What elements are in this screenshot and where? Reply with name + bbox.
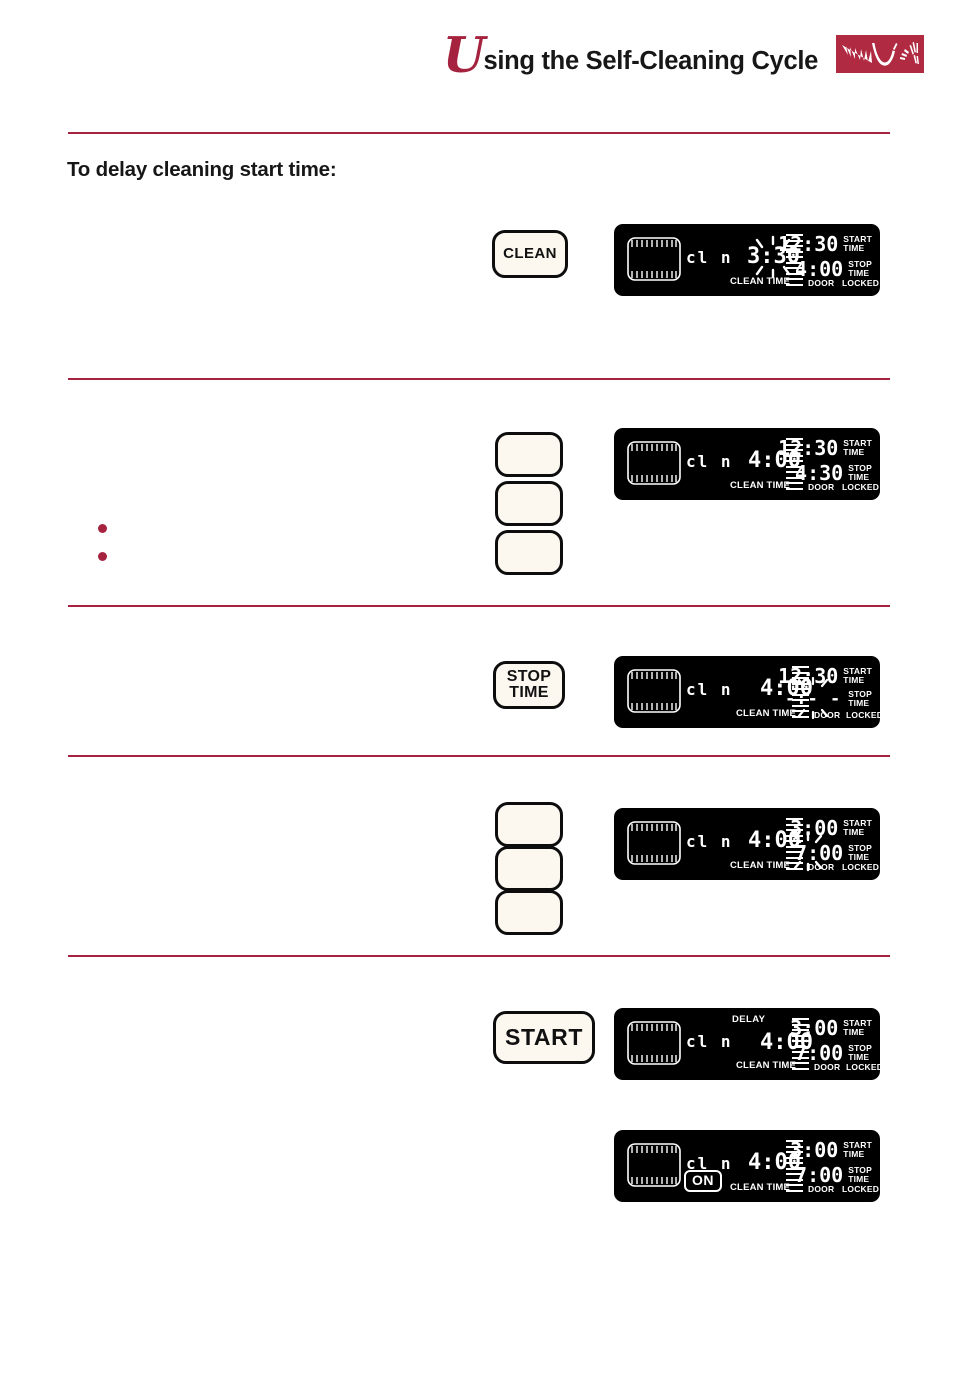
display-panel-step-set-clean-time: cl n 4:00 CLEAN TIME DOOR LOCKED 12:30 S… bbox=[614, 428, 880, 500]
start-time-label: START TIME bbox=[843, 817, 872, 837]
start-time-value: 12:30 bbox=[778, 232, 839, 256]
clean-button[interactable]: CLEAN bbox=[492, 230, 568, 278]
stop-time-value: -:- - bbox=[785, 689, 842, 709]
display-panel-step-start: cl n DELAY 4:00 CLEAN TIME DOOR LOCKED 3… bbox=[614, 1008, 880, 1080]
clean-time-label: CLEAN TIME bbox=[736, 708, 797, 719]
blank-button-4[interactable] bbox=[495, 802, 563, 847]
display-panel-step-set-stop-time: cl n 4:00 CLEAN TIME DOOR LOCKED 3:00 ST… bbox=[614, 808, 880, 880]
start-time-label: START TIME bbox=[843, 1139, 872, 1159]
section-heading: To delay cleaning start time: bbox=[67, 158, 337, 181]
blank-button-1[interactable] bbox=[495, 432, 563, 477]
clean-time-label: CLEAN TIME bbox=[730, 276, 791, 287]
clean-time-label: CLEAN TIME bbox=[730, 1182, 791, 1193]
divider-rule-3 bbox=[68, 605, 890, 607]
start-time-field: 12:30 START TIME bbox=[778, 436, 872, 460]
start-time-field: 12:30 START TIME bbox=[778, 664, 872, 688]
stop-time-value: 4:30 bbox=[795, 461, 844, 485]
display-panel-step-clean: cl n 3:30 CLEAN TIME DOOR LOCKED 12:30 S… bbox=[614, 224, 880, 296]
stop-time-field: 4:00 STOP TIME bbox=[795, 257, 872, 281]
stop-time-button-label-line1: STOP bbox=[506, 667, 552, 685]
start-time-value: 12:30 bbox=[778, 436, 839, 460]
start-time-field: 12:30 START TIME bbox=[778, 232, 872, 256]
start-time-field: 3:00 START TIME bbox=[790, 1016, 872, 1040]
display-panel-step-running: cl n ON 4:00 CLEAN TIME DOOR LOCKED 3:00… bbox=[614, 1130, 880, 1202]
stop-time-label: STOP TIME bbox=[848, 1042, 872, 1062]
stop-time-field: 4:30 STOP TIME bbox=[795, 461, 872, 485]
mode-indicator-cln: cl n bbox=[686, 248, 733, 267]
start-time-value: 12:30 bbox=[778, 664, 839, 688]
stop-time-label: STOP TIME bbox=[848, 842, 872, 862]
stop-time-button[interactable]: STOP TIME bbox=[493, 661, 565, 709]
oven-cavity-icon bbox=[626, 820, 682, 866]
delay-indicator: DELAY bbox=[732, 1014, 766, 1025]
locked-label: LOCKED bbox=[846, 710, 880, 720]
stop-time-value: 7:00 bbox=[795, 1041, 844, 1065]
start-time-field: 3:00 START TIME bbox=[790, 1138, 872, 1162]
start-time-value: 3:00 bbox=[790, 816, 839, 840]
mode-indicator-cln: cl n bbox=[686, 452, 733, 471]
divider-rule-5 bbox=[68, 955, 890, 957]
divider-rule-2 bbox=[68, 378, 890, 380]
stop-time-field: 7:00 STOP TIME bbox=[795, 1041, 872, 1065]
blank-button-6[interactable] bbox=[495, 890, 563, 935]
start-time-label: START TIME bbox=[843, 233, 872, 253]
stop-time-value: 7:00 bbox=[795, 1163, 844, 1187]
start-time-value: 3:00 bbox=[790, 1138, 839, 1162]
clean-time-label: CLEAN TIME bbox=[730, 480, 791, 491]
start-time-field: 3:00 START TIME bbox=[790, 816, 872, 840]
start-time-label: START TIME bbox=[843, 437, 872, 457]
stop-time-field: 7:00 STOP TIME bbox=[795, 1163, 872, 1187]
start-button[interactable]: START bbox=[493, 1011, 595, 1064]
start-time-label: START TIME bbox=[843, 665, 872, 685]
oven-cavity-icon bbox=[626, 1142, 682, 1188]
oven-cavity-icon bbox=[626, 1020, 682, 1066]
oven-cavity-icon bbox=[626, 440, 682, 486]
start-time-label: START TIME bbox=[843, 1017, 872, 1037]
whirlpool-brush-logo-icon bbox=[836, 35, 924, 73]
clean-button-label: CLEAN bbox=[503, 245, 557, 263]
stop-time-field: -:- - STOP TIME bbox=[785, 676, 872, 720]
page-title-initial: U bbox=[442, 26, 486, 84]
stop-time-label: STOP TIME bbox=[848, 462, 872, 482]
blank-button-2[interactable] bbox=[495, 481, 563, 526]
bullet-point-2 bbox=[98, 552, 107, 561]
stop-time-value: 4:00 bbox=[795, 257, 844, 281]
oven-cavity-icon bbox=[626, 668, 682, 714]
mode-indicator-cln: cl n bbox=[686, 1032, 733, 1051]
page-header: Using the Self-Cleaning Cycle bbox=[0, 28, 954, 88]
divider-rule-1 bbox=[68, 132, 890, 134]
clean-time-label: CLEAN TIME bbox=[736, 1060, 797, 1071]
page-title-text: sing the Self-Cleaning Cycle bbox=[483, 47, 818, 75]
clean-time-label: CLEAN TIME bbox=[730, 860, 791, 871]
oven-cavity-icon bbox=[626, 236, 682, 282]
bullet-point-1 bbox=[98, 524, 107, 533]
stop-time-field: 7:00 STOP TIME bbox=[793, 832, 872, 872]
blank-button-5[interactable] bbox=[495, 846, 563, 891]
mode-indicator-cln: cl n bbox=[686, 680, 733, 699]
display-panel-step-stop-time: cl n 4:00 CLEAN TIME DOOR LOCKED 12:30 S… bbox=[614, 656, 880, 728]
stop-time-button-label-line2: TIME bbox=[509, 684, 549, 701]
stop-time-label: STOP TIME bbox=[848, 258, 872, 278]
stop-time-value: 7:00 bbox=[795, 841, 844, 865]
page-title: Using the Self-Cleaning Cycle bbox=[443, 28, 819, 84]
on-indicator: ON bbox=[684, 1169, 722, 1192]
stop-time-label: STOP TIME bbox=[848, 688, 872, 708]
door-label: DOOR bbox=[814, 710, 841, 720]
mode-indicator-cln: cl n bbox=[686, 832, 733, 851]
start-button-label: START bbox=[505, 1023, 583, 1050]
divider-rule-4 bbox=[68, 755, 890, 757]
blank-button-3[interactable] bbox=[495, 530, 563, 575]
stop-time-label: STOP TIME bbox=[848, 1164, 872, 1184]
start-time-value: 3:00 bbox=[790, 1016, 839, 1040]
